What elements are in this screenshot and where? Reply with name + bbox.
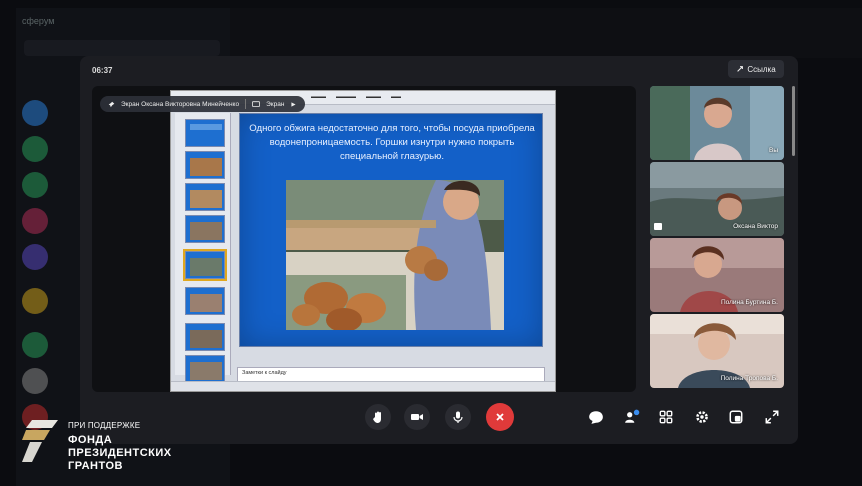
microphone-icon [453, 411, 463, 423]
participants-scrollbar[interactable] [792, 86, 795, 156]
participant-tile[interactable]: Вы [650, 86, 784, 160]
slide-photo [286, 180, 504, 330]
grant-fund-watermark: ПРИ ПОДДЕРЖКЕ ФОНДА ПРЕЗИДЕНТСКИХ ГРАНТО… [22, 414, 182, 476]
shared-screen[interactable]: ▬▬▬ ▬▬▬▬ ▬▬▬ ▬▬ Одного обжига недостаточно … [170, 90, 556, 392]
link-button-label: Ссылка [747, 64, 776, 74]
current-slide: Одного обжига недостаточно для того, что… [239, 113, 543, 347]
link-icon [737, 66, 744, 72]
participants-icon [625, 409, 640, 423]
watermark-line-1: ФОНДА [68, 434, 113, 446]
watermark-line-2: ПРЕЗИДЕНТСКИХ [68, 447, 172, 459]
end-call-button[interactable] [486, 403, 514, 431]
workspace-title: сферум [22, 16, 55, 26]
presenter-label: Экран Оксана Викторовна Минейченко [121, 100, 240, 108]
screen-icon [252, 100, 261, 107]
pip-icon [729, 410, 743, 424]
screen-label: Экран [266, 100, 285, 108]
watermark-line-3: ГРАНТОВ [68, 460, 123, 472]
slide-thumbnail [185, 183, 225, 211]
participant-tile[interactable]: Полина Буртина Б. [650, 238, 784, 312]
camera-button[interactable] [404, 404, 430, 430]
picture-in-picture-button[interactable] [728, 409, 744, 425]
fullscreen-button[interactable] [764, 409, 780, 425]
slide-thumbnails [175, 113, 231, 383]
hand-icon [373, 411, 381, 423]
fullscreen-icon [765, 410, 779, 424]
ppt-status-bar [171, 381, 555, 391]
raise-hand-button[interactable] [365, 404, 391, 430]
end-call-icon [496, 413, 504, 421]
participant-name: Вы [768, 147, 778, 154]
watermark-small-text: ПРИ ПОДДЕРЖКЕ [68, 421, 141, 430]
divider [245, 99, 247, 109]
chat-button[interactable] [588, 409, 604, 425]
participant-name: Полина Буртина Б. [720, 299, 778, 306]
grid-icon [659, 410, 673, 424]
screen: сферум 06:37 Ссылка ▬▬▬ ▬▬▬▬ ▬▬▬ ▬▬ Одно… [0, 0, 862, 486]
gear-icon [696, 411, 708, 423]
grant-fund-logo [22, 420, 58, 462]
slide-text: Одного обжига недостаточно для того, что… [249, 123, 535, 162]
expand-icon[interactable] [290, 101, 297, 108]
link-button[interactable]: Ссылка [728, 60, 784, 78]
slide-thumbnail [185, 287, 225, 315]
participant-tile[interactable]: Оксана Виктор [650, 162, 784, 236]
call-timer: 06:37 [92, 66, 113, 75]
pottery-photo [286, 180, 504, 330]
chat-icon [589, 411, 603, 424]
background-header [230, 8, 862, 58]
participant-name: Оксана Виктор [733, 223, 778, 230]
participant-tile[interactable]: Полина Тропова Б. [650, 314, 784, 388]
slide-thumbnail [185, 355, 225, 383]
settings-button[interactable] [694, 409, 710, 425]
camera-icon [411, 414, 423, 420]
screen-share-chip[interactable]: Экран Оксана Викторовна Минейченко Экран [100, 96, 306, 112]
screen-share-icon [654, 223, 662, 230]
slide-thumbnail [185, 323, 225, 351]
pin-icon [108, 101, 115, 107]
search-input [24, 40, 220, 56]
slide-thumbnail [185, 151, 225, 179]
slide-thumbnail-selected [183, 249, 227, 281]
microphone-button[interactable] [445, 404, 471, 430]
participant-name: Полина Тропова Б. [720, 375, 778, 382]
participant-video [650, 86, 784, 160]
slide-thumbnail [185, 119, 225, 147]
grid-view-button[interactable] [658, 409, 674, 425]
slide-thumbnail [185, 215, 225, 243]
participants-button[interactable] [624, 409, 640, 425]
